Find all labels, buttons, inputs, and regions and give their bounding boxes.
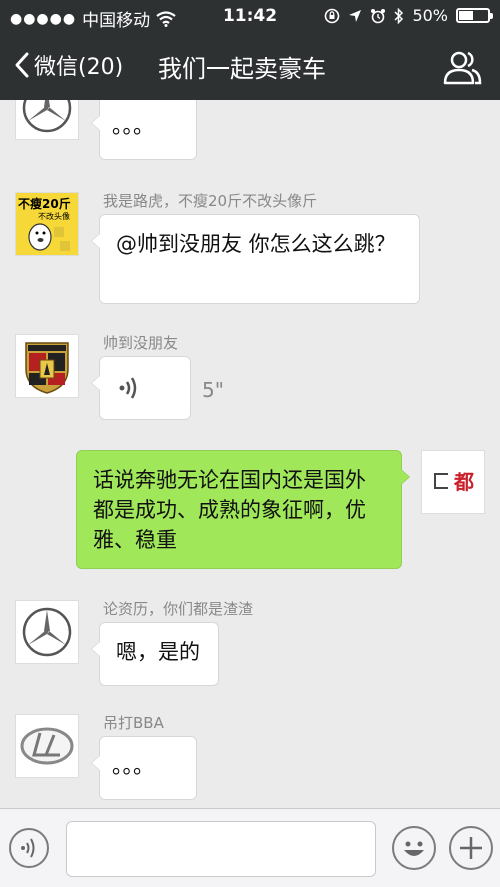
message-bubble[interactable]: 。。。: [91, 736, 197, 800]
message-bubble[interactable]: @帅到没朋友 你怎么这么跳？: [91, 214, 420, 304]
emoji-button[interactable]: [392, 826, 436, 870]
bluetooth-icon: [394, 7, 404, 24]
voice-duration: 5": [202, 378, 224, 402]
battery-icon: [456, 8, 493, 23]
lexus-avatar[interactable]: [15, 714, 79, 778]
cartoon-avatar[interactable]: 不瘦20斤 不改头像: [15, 192, 79, 256]
nav-bar: 微信(20) 我们一起卖豪车: [0, 34, 500, 100]
avatar-bracket-icon: [434, 473, 448, 489]
porsche-avatar[interactable]: [15, 334, 79, 398]
voice-wave-icon: [21, 838, 35, 858]
self-avatar[interactable]: 都: [421, 450, 485, 514]
sender-name: 我是路虎，不瘦20斤不改头像斤: [103, 192, 318, 210]
location-icon: [349, 9, 362, 22]
page-title: 我们一起卖豪车: [158, 55, 326, 83]
sender-name: 吊打BBA: [103, 714, 164, 732]
voice-wave-icon: [119, 377, 137, 399]
message-input[interactable]: [66, 821, 376, 877]
chevron-left-icon: [15, 52, 29, 78]
sent-message-bubble[interactable]: 话说奔驰无论在国内还是国外都是成功、成熟的象征啊，优雅、稳重: [76, 450, 410, 569]
voice-input-button[interactable]: [9, 828, 49, 868]
alarm-icon: [371, 8, 386, 23]
message-bubble[interactable]: 。。。: [91, 100, 197, 160]
avatar-caption: 都: [454, 470, 474, 494]
battery-percent: 50%: [412, 6, 448, 25]
battery-level: [459, 11, 473, 20]
chat-area[interactable]: 。。。 不瘦20斤 不改头像 我是路虎，不瘦20斤不改头像斤 @帅到没朋友 你怎…: [0, 100, 500, 808]
group-members-icon[interactable]: [442, 48, 482, 86]
smiley-icon: [404, 841, 424, 856]
message-bubble[interactable]: 嗯，是的: [91, 622, 219, 686]
sender-name: 帅到没朋友: [103, 334, 179, 352]
voice-message-bubble[interactable]: [91, 356, 191, 420]
lexus-logo-icon: [20, 727, 74, 765]
input-bar: [0, 808, 500, 887]
cartoon-figure-icon: [28, 223, 70, 251]
status-bar: ●●●●● 中国移动 11:42 50%: [0, 0, 500, 34]
porsche-logo-icon: [25, 342, 69, 394]
mercedes-logo-icon: [22, 100, 72, 133]
orientation-lock-icon: [325, 8, 340, 23]
sender-name: 论资历，你们都是渣渣: [103, 600, 254, 618]
mercedes-logo-icon: [22, 607, 72, 657]
mercedes-avatar[interactable]: [15, 100, 79, 140]
plus-icon: [460, 837, 482, 859]
back-label: 微信(20): [34, 55, 124, 80]
more-button[interactable]: [449, 826, 493, 870]
back-button[interactable]: 微信(20): [12, 49, 123, 81]
mercedes-avatar[interactable]: [15, 600, 79, 664]
